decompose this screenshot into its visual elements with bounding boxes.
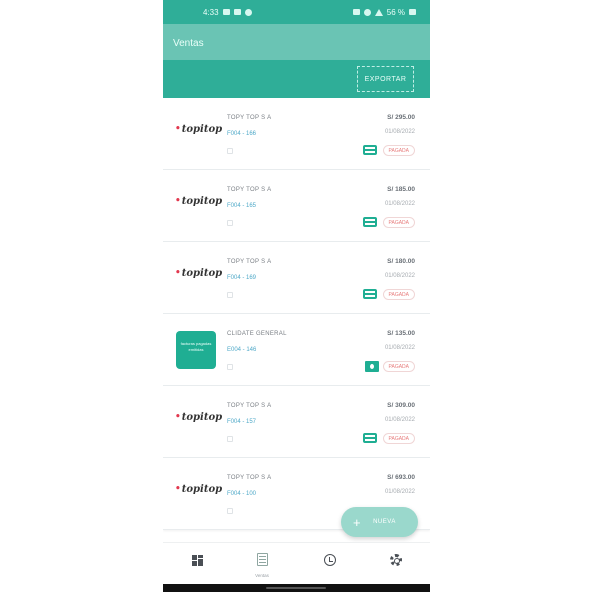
nav-sales-label: Ventas bbox=[255, 573, 269, 578]
new-sale-button[interactable]: + NUEVA bbox=[341, 507, 418, 537]
app-bar: Ventas bbox=[163, 24, 430, 60]
status-bar: 4:33 56 % bbox=[163, 0, 430, 24]
select-checkbox[interactable] bbox=[227, 436, 233, 442]
invoice-date: 01/08/2022 bbox=[384, 489, 415, 495]
export-button[interactable]: EXPORTAR bbox=[357, 66, 414, 92]
company-name: CLIDATE GENERAL bbox=[227, 331, 287, 337]
document-number: F004 - 166 bbox=[227, 131, 257, 137]
invoice-date: 01/08/2022 bbox=[384, 201, 415, 207]
select-checkbox[interactable] bbox=[227, 220, 233, 226]
document-number: E004 - 146 bbox=[227, 347, 257, 353]
invoice-date: 01/08/2022 bbox=[384, 129, 415, 135]
status-time: 4:33 bbox=[203, 7, 219, 17]
whatsapp-icon bbox=[244, 8, 252, 16]
invoice-date: 01/08/2022 bbox=[384, 345, 415, 351]
company-name: TOPY TOP S A bbox=[227, 403, 272, 409]
nav-settings[interactable] bbox=[381, 553, 411, 583]
company-name: TOPY TOP S A bbox=[227, 115, 272, 121]
wifi-icon bbox=[363, 8, 371, 16]
notification-icon bbox=[233, 9, 241, 15]
company-logo: • topitop bbox=[175, 123, 223, 135]
new-sale-label: NUEVA bbox=[373, 519, 396, 525]
company-logo: facturas pagadas emitidas bbox=[176, 331, 216, 369]
credit-card-icon bbox=[363, 289, 377, 299]
company-name: TOPY TOP S A bbox=[227, 475, 272, 481]
document-number: F004 - 169 bbox=[227, 275, 257, 281]
home-gesture-bar[interactable] bbox=[266, 587, 326, 589]
invoice-card[interactable]: • topitop TOPY TOP S A F004 - 157 S/ 309.… bbox=[163, 386, 430, 458]
status-badge: PAGADA bbox=[382, 145, 415, 156]
plus-icon: + bbox=[353, 514, 362, 530]
invoice-list: • topitop TOPY TOP S A F004 - 166 S/ 295.… bbox=[163, 98, 430, 530]
history-icon bbox=[324, 554, 336, 566]
invoice-amount: S/ 180.00 bbox=[387, 258, 415, 265]
nav-history[interactable] bbox=[315, 553, 345, 583]
select-checkbox[interactable] bbox=[227, 292, 233, 298]
toolbar: EXPORTAR bbox=[163, 60, 430, 98]
credit-card-icon bbox=[363, 433, 377, 443]
credit-card-icon bbox=[363, 217, 377, 227]
cash-icon bbox=[365, 361, 379, 372]
signal-icon bbox=[374, 8, 383, 16]
settings-icon bbox=[390, 554, 402, 566]
dashboard-icon bbox=[191, 555, 203, 566]
status-badge: PAGADA bbox=[382, 289, 415, 300]
document-number: F004 - 100 bbox=[227, 491, 257, 497]
invoice-amount: S/ 309.00 bbox=[387, 402, 415, 409]
invoice-date: 01/08/2022 bbox=[384, 273, 415, 279]
invoice-amount: S/ 693.00 bbox=[387, 474, 415, 481]
status-badge: PAGADA bbox=[382, 433, 415, 444]
phone-screen: 4:33 56 % Ventas EXPORTAR • topitop TOPY … bbox=[163, 0, 430, 592]
company-name: TOPY TOP S A bbox=[227, 259, 272, 265]
document-number: F004 - 165 bbox=[227, 203, 257, 209]
nav-sales[interactable]: Ventas bbox=[247, 553, 277, 583]
invoice-card[interactable]: • topitop TOPY TOP S A F004 - 166 S/ 295.… bbox=[163, 98, 430, 170]
alarm-icon bbox=[352, 9, 360, 15]
select-checkbox[interactable] bbox=[227, 508, 233, 514]
battery-icon bbox=[409, 9, 416, 15]
status-badge: PAGADA bbox=[382, 361, 415, 372]
battery-level: 56 % bbox=[386, 7, 405, 17]
company-name: TOPY TOP S A bbox=[227, 187, 272, 193]
company-logo: • topitop bbox=[175, 195, 223, 207]
system-nav-bar bbox=[163, 584, 430, 592]
sales-icon bbox=[256, 553, 268, 566]
invoice-amount: S/ 295.00 bbox=[387, 114, 415, 121]
credit-card-icon bbox=[363, 145, 377, 155]
select-checkbox[interactable] bbox=[227, 364, 233, 370]
invoice-amount: S/ 135.00 bbox=[387, 330, 415, 337]
invoice-amount: S/ 185.00 bbox=[387, 186, 415, 193]
select-checkbox[interactable] bbox=[227, 148, 233, 154]
page-title: Ventas bbox=[173, 38, 204, 49]
invoice-card[interactable]: • topitop TOPY TOP S A F004 - 165 S/ 185.… bbox=[163, 170, 430, 242]
document-number: F004 - 157 bbox=[227, 419, 257, 425]
company-logo: • topitop bbox=[175, 483, 223, 495]
notification-icon bbox=[222, 9, 230, 15]
status-badge: PAGADA bbox=[382, 217, 415, 228]
invoice-card[interactable]: • topitop TOPY TOP S A F004 - 169 S/ 180.… bbox=[163, 242, 430, 314]
invoice-card[interactable]: facturas pagadas emitidas CLIDATE GENERA… bbox=[163, 314, 430, 386]
invoice-date: 01/08/2022 bbox=[384, 417, 415, 423]
nav-dashboard[interactable] bbox=[182, 553, 212, 583]
bottom-nav: Ventas bbox=[163, 542, 430, 584]
company-logo: • topitop bbox=[175, 267, 223, 279]
company-logo: • topitop bbox=[175, 411, 223, 423]
